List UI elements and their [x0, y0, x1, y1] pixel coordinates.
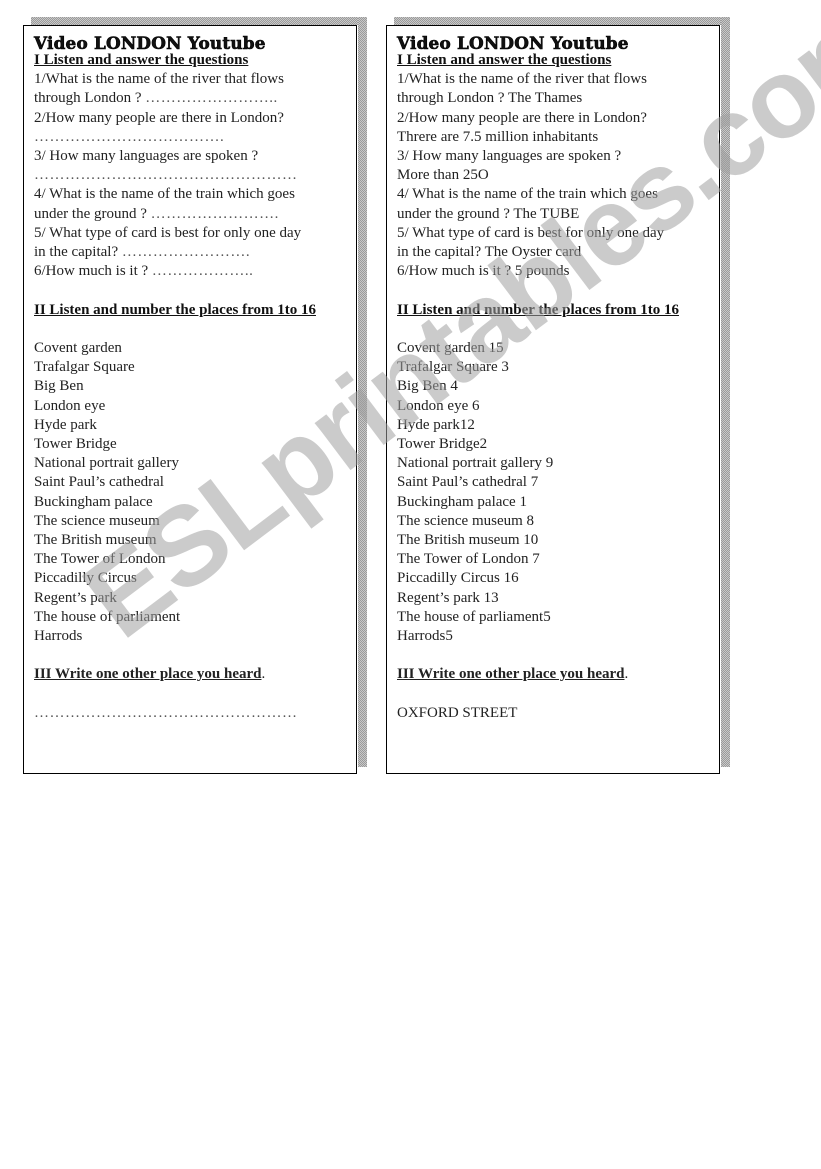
place-answer-item: London eye 6 [397, 397, 480, 414]
worksheet-title: Video LONDON Youtube [34, 34, 266, 54]
question-5-line1: 5/ What type of card is best for only on… [397, 224, 665, 241]
question-1-line2: through London ? The Thames [397, 90, 583, 107]
answer-blank-2[interactable]: ………………………………. [34, 128, 356, 147]
question-1-line1: 1/What is the name of the river that flo… [34, 71, 284, 88]
answer-2: Threre are 7.5 million inhabitants [397, 128, 599, 145]
answer-5: The Oyster card [484, 244, 582, 261]
student-worksheet-card: Video LONDON Youtube I Listen and answer… [23, 25, 357, 774]
question-4-line1: 4/ What is the name of the train which g… [397, 186, 658, 203]
question-5-line2: in the capital? The Oyster card [397, 244, 582, 261]
section3-heading-line: III Write one other place you heard. [34, 666, 266, 683]
place-item: Covent garden [34, 340, 122, 357]
place-answer-item: Buckingham palace 1 [397, 493, 527, 510]
question-2: 2/How many people are there in London? [397, 109, 647, 126]
right-card-shadow-right [721, 17, 730, 767]
place-answer-item: The house of parliament5 [397, 608, 551, 625]
place-answer-item: Regent’s park 13 [397, 589, 499, 606]
question-4-line1: 4/ What is the name of the train which g… [34, 186, 295, 203]
place-item: Buckingham palace [34, 493, 153, 510]
question-5-line1: 5/ What type of card is best for only on… [34, 224, 302, 241]
section3-heading-line: III Write one other place you heard. [397, 666, 629, 683]
place-item: Trafalgar Square [34, 359, 135, 376]
question-3: 3/ How many languages are spoken ? [34, 148, 259, 165]
place-answer-item: Covent garden 15 [397, 340, 504, 357]
section3-heading: III Write one other place you heard [34, 666, 262, 683]
answer-4: The TUBE [513, 205, 580, 222]
question-6: 6/How much is it ? 5 pounds [397, 263, 570, 280]
place-item: Harrods [34, 628, 83, 645]
place-item: National portrait gallery [34, 455, 179, 472]
place-answer-item: The science museum 8 [397, 512, 535, 529]
answer-blank-5[interactable]: ……………………. [122, 244, 250, 260]
place-answer-item: Tower Bridge2 [397, 436, 488, 453]
left-card-shadow-top [31, 17, 367, 25]
answer-blank-other-place[interactable]: …………………………………………… [34, 704, 356, 723]
section1-heading: I Listen and answer the questions [34, 52, 249, 68]
place-item: Tower Bridge [34, 436, 117, 453]
place-item: The Tower of London [34, 551, 166, 568]
place-item: Saint Paul’s cathedral [34, 474, 164, 491]
question-4-line2: under the ground ? The TUBE [397, 205, 580, 222]
section3-heading: III Write one other place you heard [397, 666, 625, 683]
question-6: 6/How much is it ? ……………….. [34, 263, 254, 280]
question-5-line2: in the capital? ……………………. [34, 244, 251, 261]
place-item: The British museum [34, 532, 157, 549]
place-answer-item: Trafalgar Square 3 [397, 359, 509, 376]
answer-1: The Thames [507, 90, 583, 107]
section2-heading: II Listen and number the places from 1to… [34, 301, 316, 318]
place-answer-item: The British museum 10 [397, 532, 539, 549]
answer-blank-3[interactable]: …………………………………………… [34, 166, 356, 185]
places-answer-list: Covent garden 15 Trafalgar Square 3 Big … [397, 339, 719, 646]
question-1-line1: 1/What is the name of the river that flo… [397, 71, 647, 88]
answer-key-card: Video LONDON Youtube I Listen and answer… [386, 25, 720, 774]
right-card-shadow-top [394, 17, 730, 25]
worksheet-title: Video LONDON Youtube [397, 34, 629, 54]
question-1-line2: through London ? …………………….. [34, 90, 278, 107]
place-answer-item: Harrods5 [397, 628, 453, 645]
answer-blank-6[interactable]: ……………….. [152, 263, 254, 279]
place-item: London eye [34, 397, 106, 414]
place-item: The science museum [34, 512, 160, 529]
left-card-shadow-right [358, 17, 367, 767]
question-3: 3/ How many languages are spoken ? [397, 148, 622, 165]
place-item: Piccadilly Circus [34, 570, 137, 587]
place-item: Regent’s park [34, 589, 117, 606]
place-answer-item: Piccadilly Circus 16 [397, 570, 519, 587]
place-answer-item: National portrait gallery 9 [397, 455, 554, 472]
answer-other-place: OXFORD STREET [397, 704, 518, 721]
question-2: 2/How many people are there in London? [34, 109, 284, 126]
place-answer-item: Big Ben 4 [397, 378, 458, 395]
place-item: The house of parliament [34, 608, 181, 625]
answer-blank-1[interactable]: …………………….. [145, 90, 278, 106]
place-item: Hyde park [34, 416, 97, 433]
question-4-line2: under the ground ? ……………………. [34, 205, 279, 222]
place-answer-item: Hyde park12 [397, 416, 475, 433]
answer-6: 5 pounds [514, 263, 570, 280]
place-answer-item: Saint Paul’s cathedral 7 [397, 474, 539, 491]
place-item: Big Ben [34, 378, 84, 395]
places-list: Covent garden Trafalgar Square Big Ben L… [34, 339, 356, 646]
answer-3: More than 25O [397, 167, 489, 184]
section2-heading: II Listen and number the places from 1to… [397, 301, 679, 318]
answer-blank-4[interactable]: ……………………. [151, 206, 279, 222]
place-answer-item: The Tower of London 7 [397, 551, 540, 568]
section1-heading: I Listen and answer the questions [397, 52, 612, 68]
